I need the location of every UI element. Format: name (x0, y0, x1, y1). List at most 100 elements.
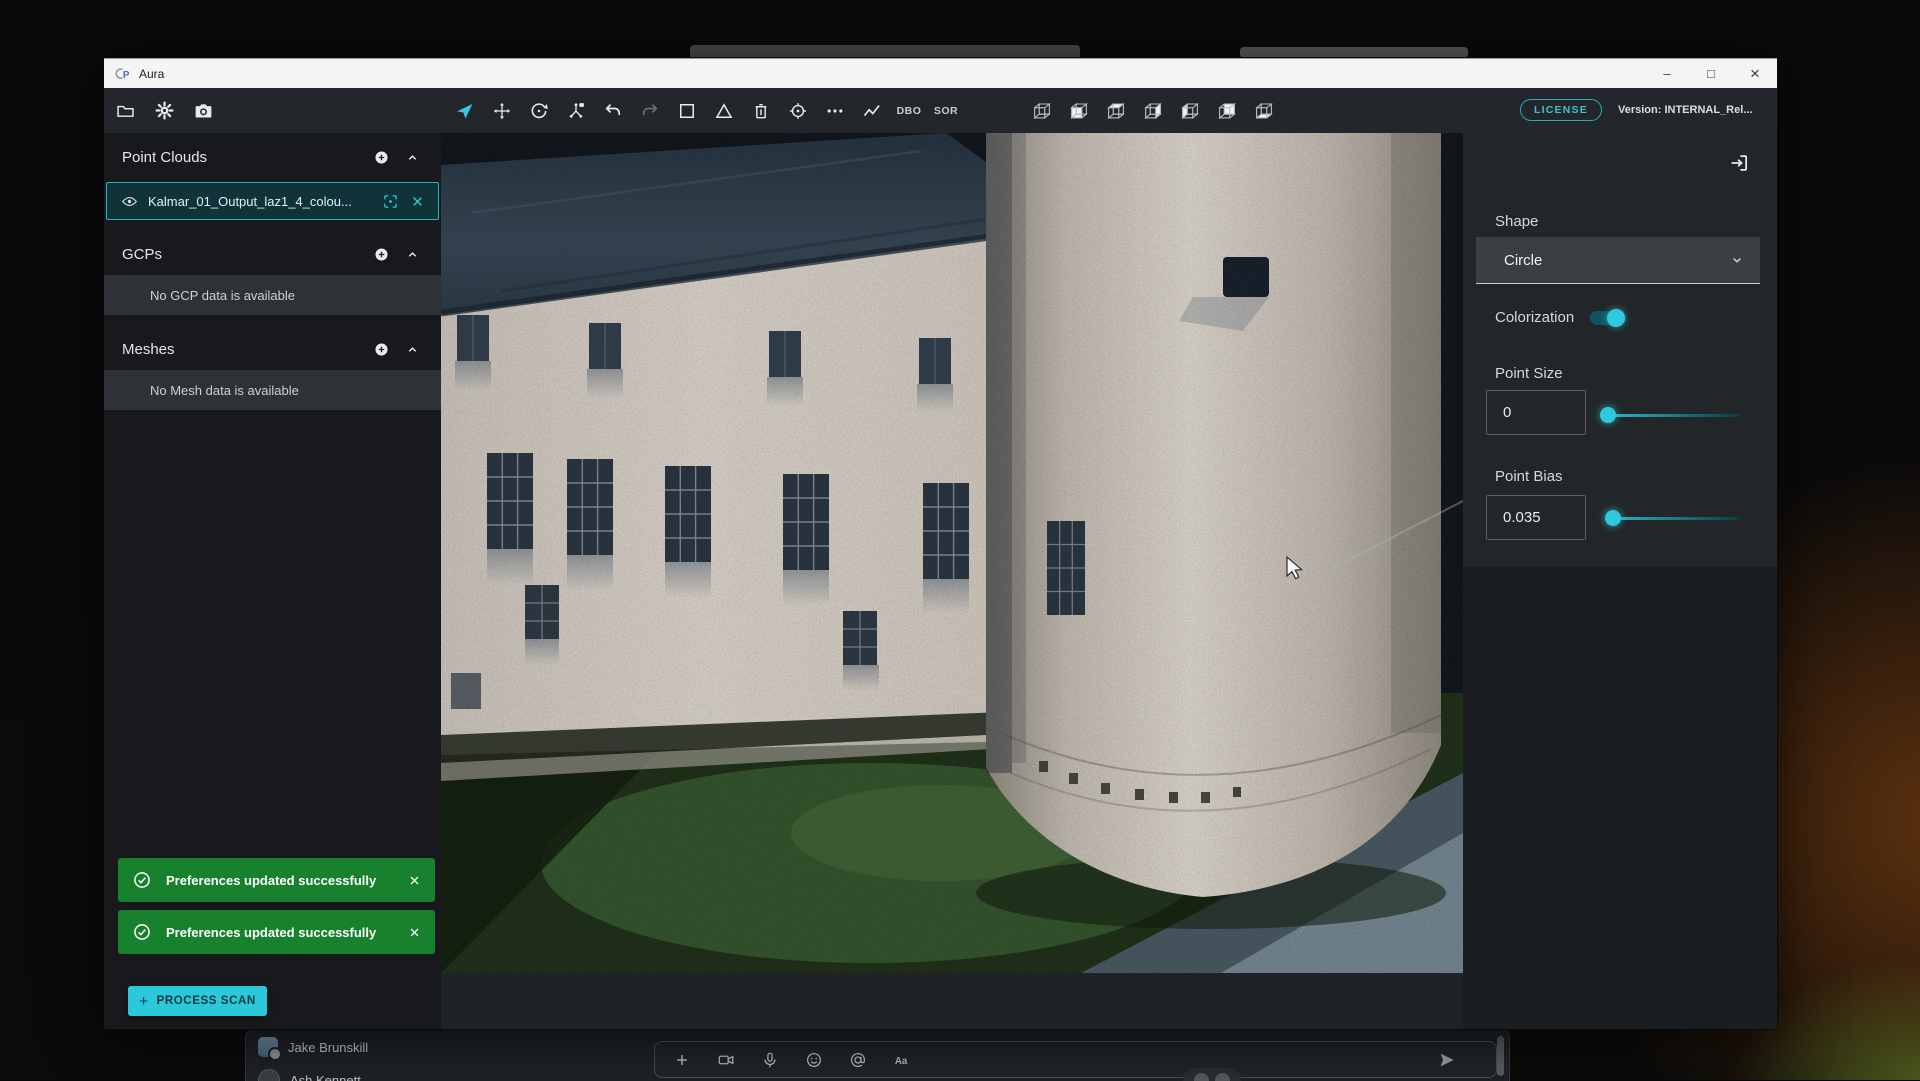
success-check-icon (132, 870, 152, 890)
window-controls: –□× (1645, 59, 1777, 88)
viewport-3d[interactable] (441, 133, 1463, 973)
mention-icon[interactable] (849, 1051, 867, 1069)
add-gcps-icon[interactable] (373, 246, 390, 263)
close-button[interactable]: × (1733, 59, 1777, 88)
chat-avatar-stack[interactable] (1183, 1068, 1241, 1081)
pointcloud-item[interactable]: Kalmar_01_Output_laz1_4_colou... (106, 182, 439, 220)
add-meshes-icon[interactable] (373, 341, 390, 358)
version-label: Version: INTERNAL_Rel... (1618, 104, 1752, 116)
maximize-button[interactable]: □ (1689, 59, 1733, 88)
tool-redo-button[interactable] (638, 99, 662, 123)
tool-pan-button[interactable] (490, 99, 514, 123)
empty-state-row: No Mesh data is available (104, 370, 441, 410)
plus-icon[interactable] (673, 1051, 691, 1069)
tool-gizmo-button[interactable] (564, 99, 588, 123)
plus-icon: + (139, 993, 148, 1010)
tool-undo-button[interactable] (601, 99, 625, 123)
success-check-icon (132, 922, 152, 942)
app-window: P Aura –□× DBOSOR LICENSE Version: INTER… (104, 58, 1777, 1029)
point-bias-slider[interactable] (1608, 510, 1740, 526)
triangle-select-icon (714, 101, 734, 121)
svg-text:P: P (123, 70, 130, 81)
toast-notification: Preferences updated successfully (118, 858, 435, 902)
folder-button[interactable] (113, 99, 137, 123)
gizmo-icon (566, 101, 586, 121)
toast-close-icon[interactable] (407, 873, 422, 888)
sor-label: SOR (934, 105, 958, 117)
minimize-button[interactable]: – (1645, 59, 1689, 88)
collapse-panel-icon[interactable] (1727, 151, 1751, 175)
shape-label: Shape (1495, 213, 1538, 230)
chat-user-row[interactable]: Ash Kennett (258, 1067, 361, 1081)
mic-icon[interactable] (761, 1051, 779, 1069)
section-title: GCPs (122, 246, 162, 263)
view-right-button[interactable] (1141, 99, 1165, 123)
add-point-clouds-icon[interactable] (373, 149, 390, 166)
view-front-button[interactable] (1067, 99, 1091, 123)
target-icon (788, 101, 808, 121)
tool-box-select-button[interactable] (675, 99, 699, 123)
avatar (258, 1037, 278, 1057)
redo-icon (640, 101, 660, 121)
slider-knob[interactable] (1605, 510, 1621, 526)
text-format-icon[interactable]: Aa (893, 1051, 911, 1069)
tool-dbo-button[interactable]: DBO (897, 99, 921, 123)
section-header-gcps: GCPs (104, 237, 441, 271)
point-bias-label: Point Bias (1495, 468, 1563, 485)
background-window-edge (1240, 47, 1468, 58)
chat-user-row[interactable]: Jake Brunskill (258, 1034, 368, 1060)
send-icon[interactable] (1438, 1051, 1456, 1069)
view-back-button[interactable] (1215, 99, 1239, 123)
camera-button[interactable] (191, 99, 215, 123)
license-badge[interactable]: LICENSE (1520, 99, 1602, 121)
section-title: Point Clouds (122, 149, 207, 166)
settings-button[interactable] (152, 99, 176, 123)
tool-sor-button[interactable]: SOR (934, 99, 958, 123)
chat-message-input[interactable]: Aa (654, 1041, 1497, 1078)
tool-orbit-button[interactable] (527, 99, 551, 123)
toolbar: DBO SOR LICENSE Version: INTERNAL_Rel... (104, 88, 1777, 133)
aura-logo-icon: P (115, 65, 133, 83)
point-bias-input[interactable] (1486, 495, 1586, 540)
slider-track (1608, 414, 1740, 417)
view-top-button[interactable] (1104, 99, 1128, 123)
colorization-toggle[interactable] (1590, 311, 1626, 325)
svg-text:Aa: Aa (895, 1055, 908, 1066)
point-size-slider[interactable] (1608, 407, 1740, 423)
chat-scrollbar[interactable] (1497, 1036, 1504, 1076)
dbo-label: DBO (897, 105, 922, 117)
zoom-to-item-icon[interactable] (382, 193, 399, 210)
remove-item-icon[interactable] (409, 193, 426, 210)
emoji-icon[interactable] (805, 1051, 823, 1069)
orbit-icon (529, 101, 549, 121)
view-left-button[interactable] (1178, 99, 1202, 123)
tool-target-button[interactable] (786, 99, 810, 123)
tool-more-button[interactable] (823, 99, 847, 123)
toast-stack: Preferences updated successfullyPreferen… (118, 858, 435, 954)
tool-polyline-button[interactable] (860, 99, 884, 123)
right-column: Shape Circle Colorization Point Size (1463, 133, 1777, 1029)
process-scan-button[interactable]: + PROCESS SCAN (128, 986, 267, 1016)
toast-close-icon[interactable] (407, 925, 422, 940)
tool-delete-button[interactable] (749, 99, 773, 123)
view-iso-button[interactable] (1030, 99, 1054, 123)
avatar (258, 1069, 280, 1081)
shape-dropdown[interactable]: Circle (1476, 237, 1760, 284)
navigate-icon (455, 101, 475, 121)
folder-icon (115, 100, 136, 121)
point-size-input[interactable] (1486, 390, 1586, 435)
collapse-gcps-icon[interactable] (404, 246, 421, 263)
slider-track (1608, 517, 1740, 520)
empty-state-row: No GCP data is available (104, 275, 441, 315)
polyline-icon (862, 101, 882, 121)
slider-knob[interactable] (1600, 407, 1616, 423)
collapse-meshes-icon[interactable] (404, 341, 421, 358)
collapse-point-clouds-icon[interactable] (404, 149, 421, 166)
video-icon[interactable] (717, 1051, 735, 1069)
visibility-toggle-icon[interactable] (121, 193, 138, 210)
tool-triangle-select-button[interactable] (712, 99, 736, 123)
view-bottom-button[interactable] (1252, 99, 1276, 123)
inspector-panel: Shape Circle Colorization Point Size (1463, 133, 1777, 567)
tool-navigate-button[interactable] (453, 99, 477, 123)
section-header-meshes: Meshes (104, 332, 441, 366)
